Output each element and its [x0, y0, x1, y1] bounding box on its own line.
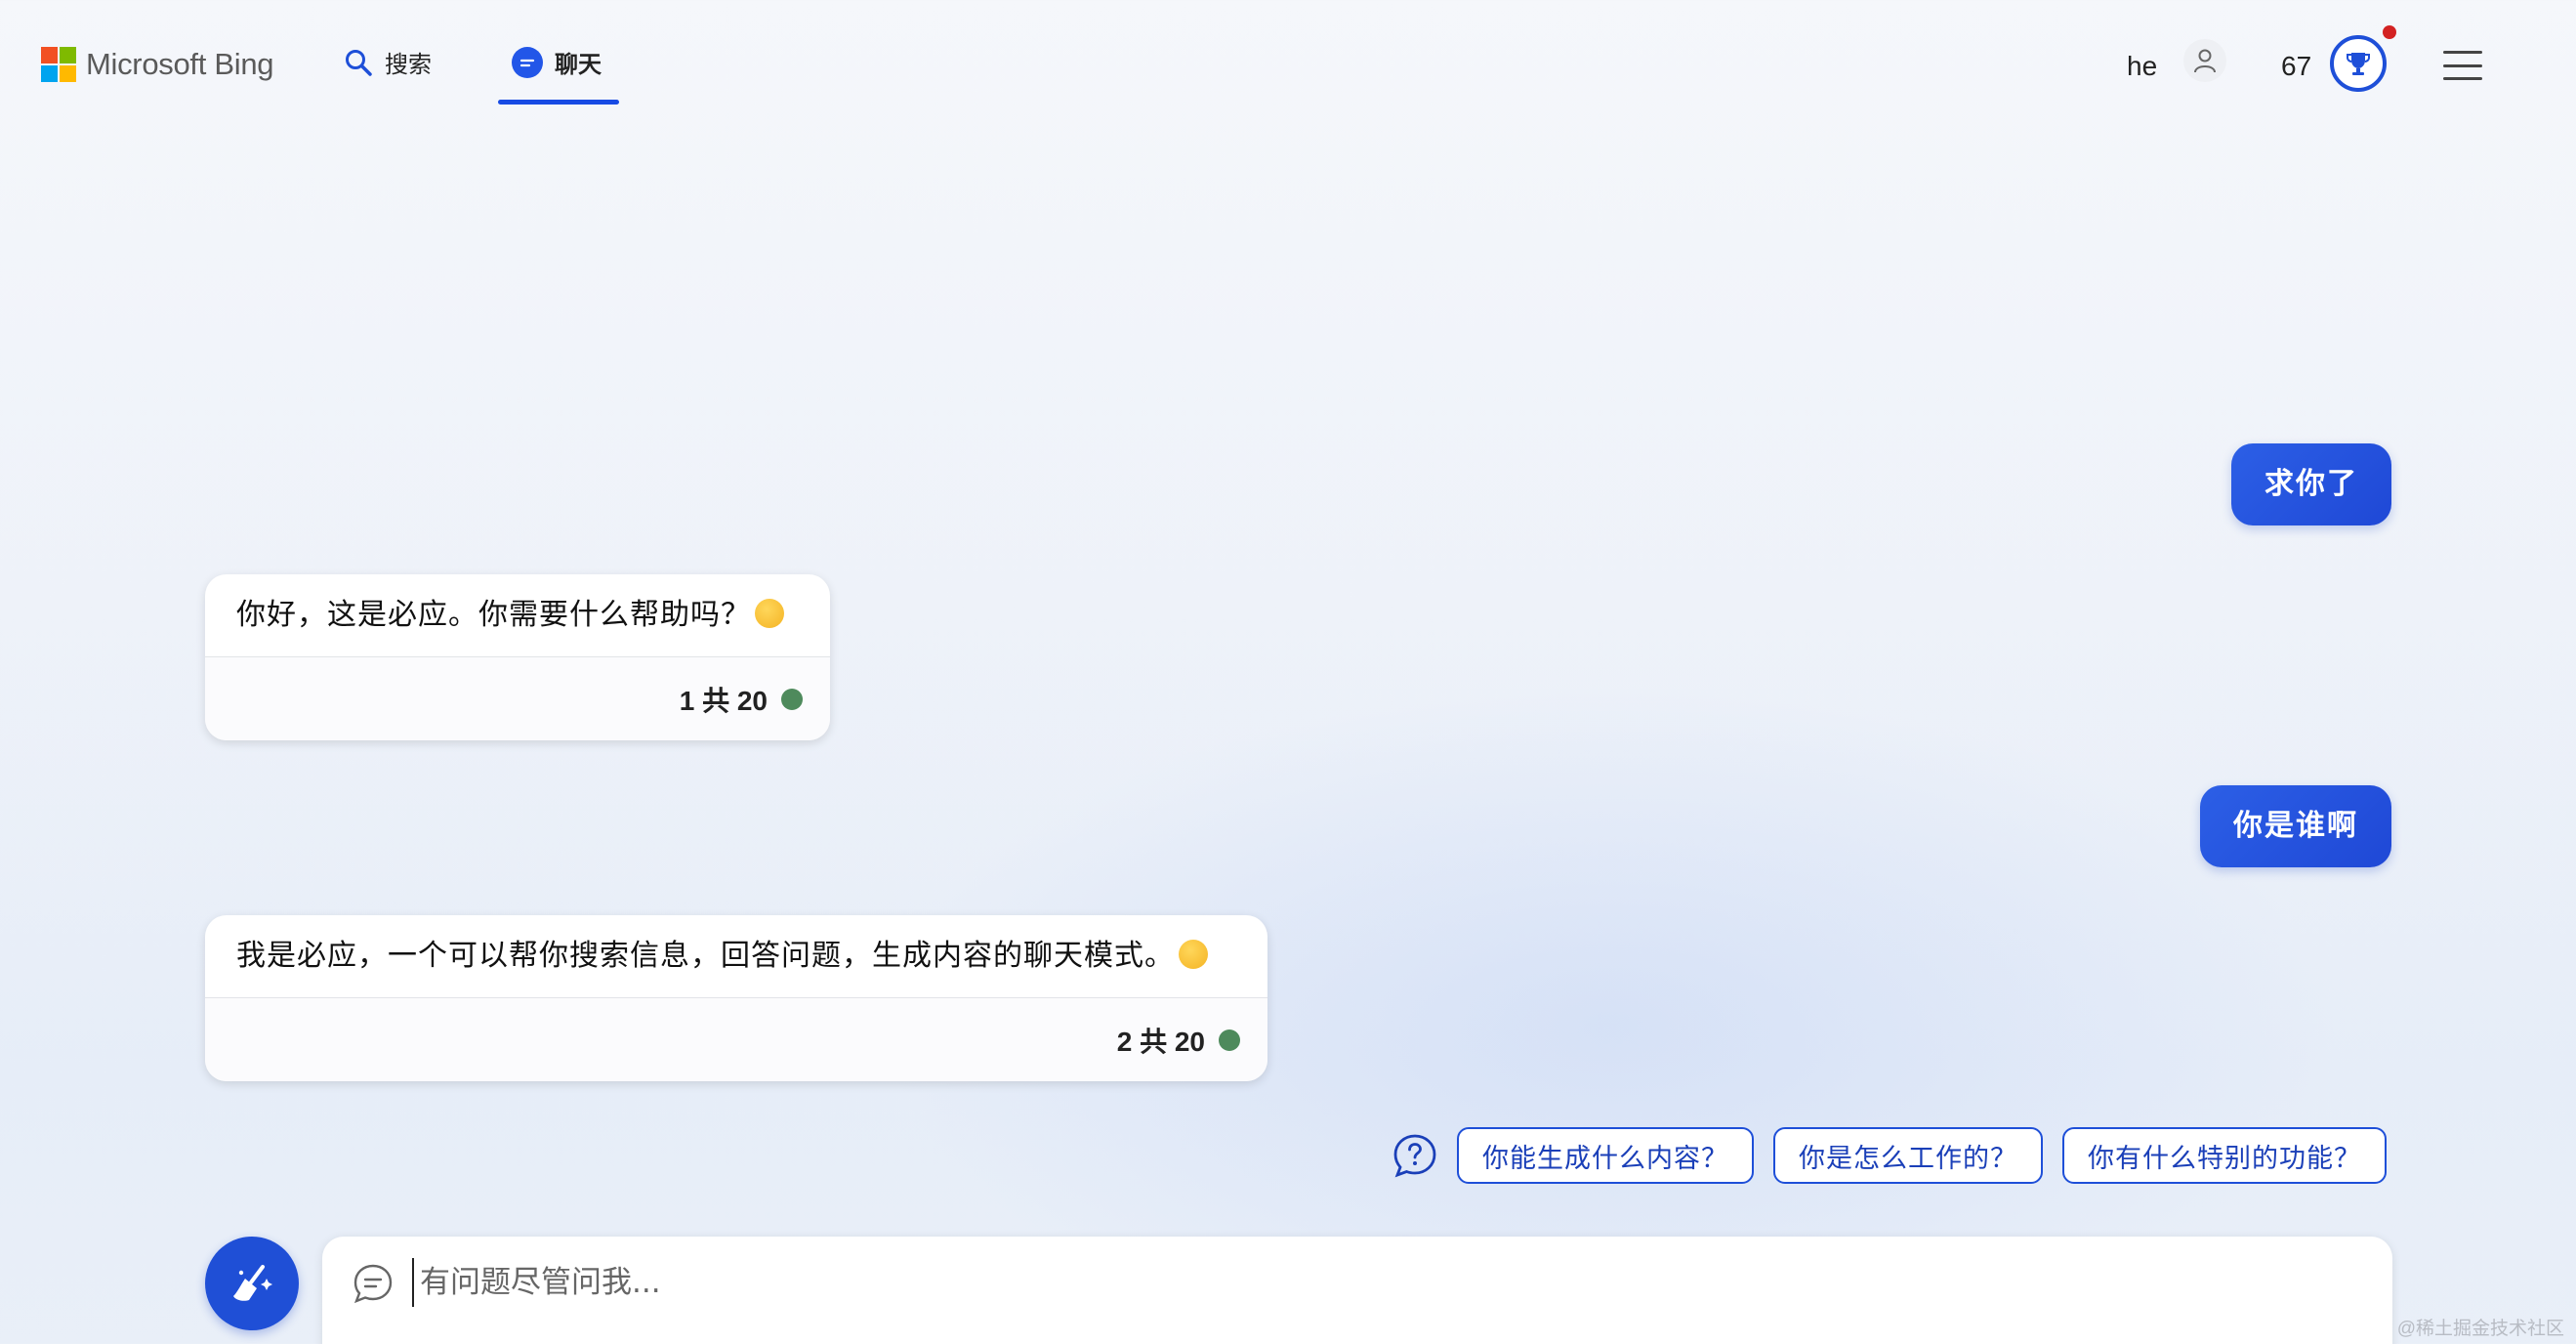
top-nav: Microsoft Bing 搜索 聊天 he 67 [0, 0, 2576, 117]
question-bubble-icon[interactable] [1392, 1133, 1437, 1178]
user-message: 求你了 [2231, 443, 2391, 525]
brand-name: Microsoft Bing [86, 47, 274, 81]
broom-icon [233, 1265, 272, 1301]
bot-message-text: 你好，这是必应。你需要什么帮助吗？ [205, 574, 830, 656]
turn-counter: 1 共 20 [679, 685, 768, 716]
suggestion-chip[interactable]: 你能生成什么内容？ [1457, 1127, 1754, 1184]
chat-input-box [322, 1237, 2392, 1344]
user-avatar[interactable] [2183, 39, 2226, 82]
rewards-button[interactable] [2330, 35, 2387, 92]
tab-search-label: 搜索 [385, 52, 432, 78]
watermark: @稀土掘金技术社区 [2396, 1319, 2564, 1339]
chat-input[interactable] [412, 1258, 2346, 1307]
bing-logo[interactable]: Microsoft Bing [41, 47, 274, 82]
turn-counter: 2 共 20 [1116, 1026, 1205, 1057]
user-name[interactable]: he [2127, 51, 2157, 82]
bot-message-card: 你好，这是必应。你需要什么帮助吗？ 1 共 20 [205, 574, 830, 740]
smile-emoji-icon [755, 599, 784, 629]
user-message: 你是谁啊 [2200, 785, 2391, 867]
bot-message-footer: 2 共 20 [205, 997, 1267, 1081]
hamburger-menu-icon[interactable] [2443, 51, 2482, 80]
search-icon [346, 49, 372, 76]
status-dot-icon [1219, 1029, 1240, 1051]
smile-emoji-icon [1179, 940, 1208, 970]
suggestion-chip[interactable]: 你是怎么工作的？ [1773, 1127, 2043, 1184]
tab-search[interactable]: 搜索 [344, 45, 432, 79]
new-topic-button[interactable] [205, 1237, 299, 1330]
notification-dot [2383, 25, 2396, 39]
bot-message-text: 我是必应，一个可以帮你搜索信息，回答问题，生成内容的聊天模式。 [205, 915, 1267, 997]
chat-icon [512, 46, 543, 78]
active-tab-indicator [498, 100, 619, 105]
microsoft-logo-icon [41, 47, 76, 82]
suggestion-row: 你能生成什么内容？ 你是怎么工作的？ 你有什么特别的功能？ [1392, 1127, 2387, 1184]
tab-chat[interactable]: 聊天 [512, 45, 602, 79]
tab-chat-label: 聊天 [555, 52, 602, 78]
bot-message-footer: 1 共 20 [205, 656, 830, 740]
status-dot-icon [781, 688, 803, 710]
user-icon [2194, 49, 2216, 73]
chat-bubble-icon [353, 1264, 393, 1304]
suggestion-chip[interactable]: 你有什么特别的功能？ [2062, 1127, 2387, 1184]
rewards-points[interactable]: 67 [2281, 51, 2311, 82]
bot-message-card: 我是必应，一个可以帮你搜索信息，回答问题，生成内容的聊天模式。 2 共 20 [205, 915, 1267, 1081]
trophy-icon [2347, 53, 2370, 75]
